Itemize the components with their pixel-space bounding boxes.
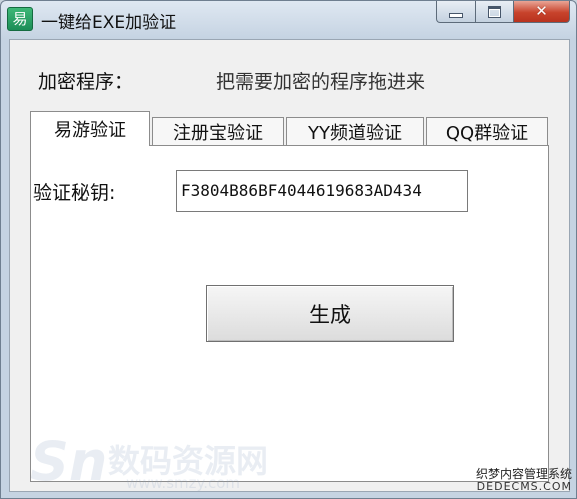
client-area: 加密程序： 把需要加密的程序拖进来 易游验证 注册宝验证 YY频道验证 QQ群验…: [9, 39, 570, 493]
tab-qq-group[interactable]: QQ群验证: [426, 117, 548, 145]
tab-zhucebao[interactable]: 注册宝验证: [152, 117, 284, 145]
drop-target-hint[interactable]: 把需要加密的程序拖进来: [216, 67, 425, 94]
encrypt-program-label: 加密程序：: [38, 71, 134, 93]
watermark-logo: Sn: [30, 430, 108, 493]
verify-key-input[interactable]: F3804B86BF4044619683AD434: [176, 170, 468, 212]
generate-button[interactable]: 生成: [206, 285, 454, 342]
maximize-icon: [488, 5, 501, 18]
easy-app-icon: 易: [7, 7, 33, 31]
close-icon: ✕: [535, 2, 548, 20]
corner-watermark-line2: DEDECMS.COM: [476, 480, 572, 494]
title-bar[interactable]: 易 一键给EXE加验证 ✕: [1, 1, 576, 37]
minimize-button[interactable]: [436, 1, 476, 23]
window-controls: ✕: [436, 1, 570, 23]
tab-yy-channel[interactable]: YY频道验证: [286, 117, 424, 145]
maximize-button[interactable]: [476, 1, 514, 23]
verify-key-label: 验证秘钥:: [33, 182, 116, 204]
app-window: 易 一键给EXE加验证 ✕ 加密程序： 把需要加密的程序拖进来 易游验证 注册宝…: [0, 0, 577, 499]
watermark-url: www.smzy.com: [126, 474, 241, 492]
close-button[interactable]: ✕: [514, 1, 570, 23]
corner-watermark: 织梦内容管理系统 DEDECMS.COM: [475, 466, 572, 494]
corner-watermark-line1: 织梦内容管理系统: [475, 466, 572, 481]
minimize-icon: [449, 12, 463, 18]
window-title: 一键给EXE加验证: [41, 13, 177, 33]
tab-yiyou[interactable]: 易游验证: [30, 111, 150, 146]
